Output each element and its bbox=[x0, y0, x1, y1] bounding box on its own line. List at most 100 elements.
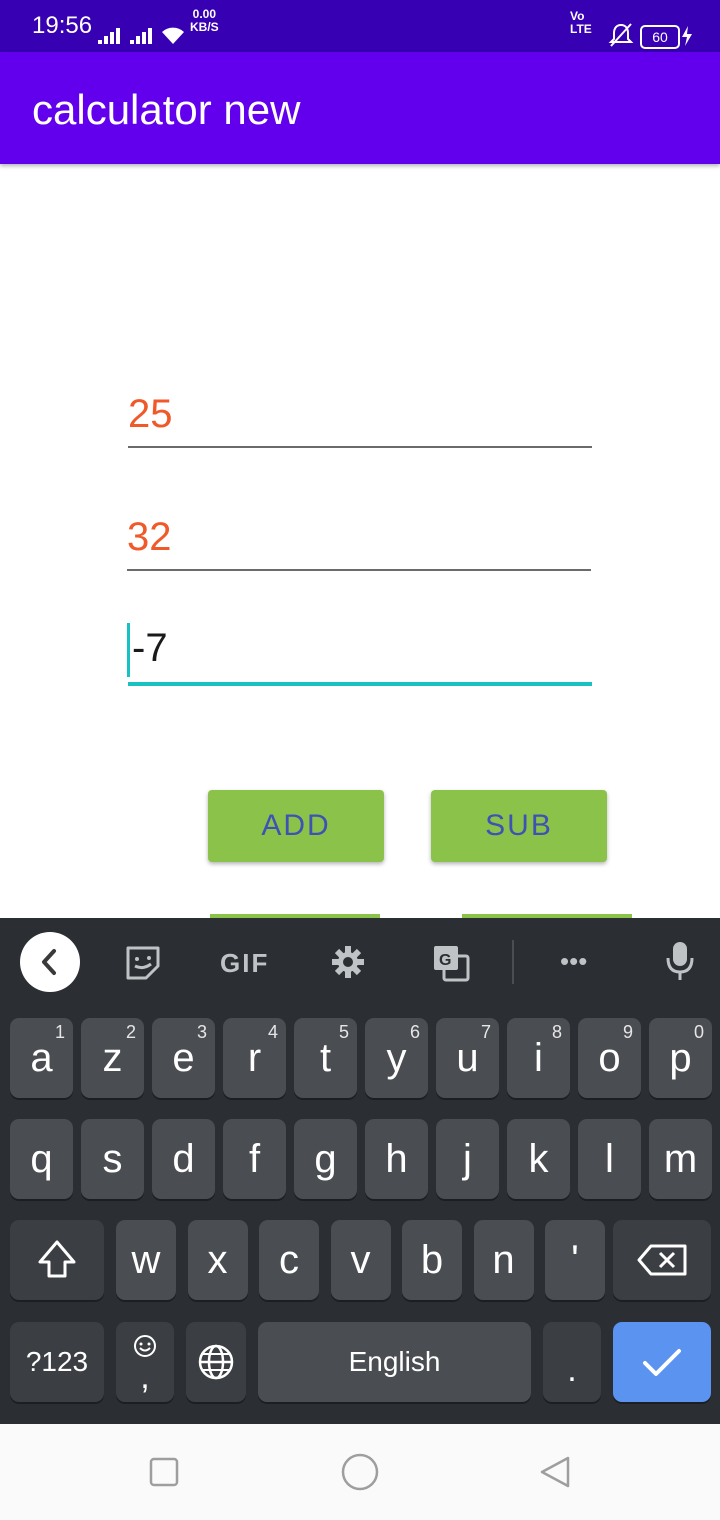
key-letter: l bbox=[605, 1137, 614, 1181]
first-number-field[interactable]: 25 bbox=[128, 392, 592, 448]
key-number-hint: 3 bbox=[196, 1022, 207, 1042]
key-number-hint: 8 bbox=[551, 1022, 562, 1042]
enter-key[interactable] bbox=[613, 1322, 711, 1402]
key-letter: v bbox=[350, 1238, 371, 1282]
space-key[interactable]: English bbox=[258, 1322, 531, 1402]
signal-icon-2 bbox=[130, 28, 152, 44]
sub-button[interactable]: SUB bbox=[431, 790, 607, 862]
letter-key[interactable]: n bbox=[473, 1220, 534, 1300]
volte-indicator: Vo LTE bbox=[570, 10, 592, 36]
key-number-hint: 2 bbox=[125, 1022, 136, 1042]
key-letter: k bbox=[528, 1137, 549, 1181]
microphone-icon[interactable] bbox=[664, 940, 696, 982]
back-icon[interactable] bbox=[538, 1454, 574, 1490]
key-letter: g bbox=[314, 1137, 337, 1181]
letter-key[interactable]: p0 bbox=[649, 1018, 712, 1098]
status-bar: 19:56 0.00 KB/S Vo LTE 60 bbox=[0, 0, 720, 52]
emoji-icon bbox=[134, 1335, 156, 1357]
shift-key[interactable] bbox=[10, 1220, 104, 1300]
gif-button[interactable]: GIF bbox=[220, 948, 269, 979]
result-field[interactable]: -7 bbox=[128, 626, 592, 686]
letter-key[interactable]: g bbox=[294, 1119, 357, 1199]
letter-key[interactable]: i8 bbox=[507, 1018, 570, 1098]
letter-key[interactable]: ' bbox=[545, 1220, 605, 1300]
letter-key[interactable]: x bbox=[187, 1220, 248, 1300]
app-title: calculator new bbox=[32, 86, 301, 133]
key-number-hint: 1 bbox=[54, 1022, 65, 1042]
key-letter: m bbox=[663, 1137, 698, 1181]
symbols-key[interactable]: ?123 bbox=[10, 1322, 104, 1402]
key-number-hint: 0 bbox=[693, 1022, 704, 1042]
second-number-value: 32 bbox=[127, 515, 172, 559]
letter-key[interactable]: u7 bbox=[436, 1018, 499, 1098]
text-cursor bbox=[127, 623, 130, 677]
letter-key[interactable]: o9 bbox=[578, 1018, 641, 1098]
key-letter: j bbox=[463, 1137, 472, 1181]
translate-icon[interactable]: G bbox=[432, 944, 470, 982]
backspace-key[interactable] bbox=[613, 1220, 711, 1300]
result-value: -7 bbox=[132, 626, 168, 670]
letter-key[interactable]: h bbox=[365, 1119, 428, 1199]
settings-gear-icon[interactable] bbox=[330, 944, 366, 980]
more-button[interactable]: ••• bbox=[560, 946, 587, 977]
letter-key[interactable]: r4 bbox=[223, 1018, 286, 1098]
status-time: 19:56 bbox=[32, 12, 93, 39]
app-bar: calculator new bbox=[0, 52, 720, 164]
sticker-icon[interactable] bbox=[124, 944, 162, 980]
key-letter: n bbox=[492, 1238, 515, 1282]
period-key[interactable]: . bbox=[543, 1322, 601, 1402]
letter-key[interactable]: b bbox=[402, 1220, 462, 1300]
network-speed: 0.00 KB/S bbox=[190, 8, 219, 34]
letter-key[interactable]: a1 bbox=[10, 1018, 73, 1098]
key-letter: x bbox=[207, 1238, 228, 1282]
keyboard-collapse-button[interactable] bbox=[20, 932, 80, 992]
key-letter: b bbox=[420, 1238, 444, 1282]
language-key[interactable] bbox=[186, 1322, 246, 1402]
key-number-hint: 5 bbox=[338, 1022, 349, 1042]
letter-key[interactable]: z2 bbox=[81, 1018, 144, 1098]
letter-key[interactable]: v bbox=[330, 1220, 391, 1300]
letter-key[interactable]: e3 bbox=[152, 1018, 215, 1098]
key-letter: h bbox=[385, 1137, 408, 1181]
key-number-hint: 7 bbox=[480, 1022, 491, 1042]
toolbar-divider bbox=[512, 940, 514, 984]
battery-indicator: 60 bbox=[640, 25, 680, 49]
bell-muted-icon bbox=[608, 23, 634, 47]
globe-icon bbox=[198, 1344, 234, 1380]
charging-icon bbox=[682, 26, 692, 46]
add-button[interactable]: ADD bbox=[208, 790, 384, 862]
signal-icon bbox=[98, 28, 120, 44]
network-speed-unit: KB/S bbox=[190, 20, 219, 34]
letter-key[interactable]: l bbox=[578, 1119, 641, 1199]
keyboard: GIF G ••• ?123 , English . a 1 z 2 e 3 r… bbox=[0, 918, 720, 1424]
shift-icon bbox=[38, 1240, 76, 1278]
second-number-field[interactable]: 32 bbox=[127, 515, 591, 571]
letter-key[interactable]: y6 bbox=[365, 1018, 428, 1098]
comma-label: , bbox=[140, 1358, 150, 1396]
letter-key[interactable]: d bbox=[152, 1119, 215, 1199]
letter-key[interactable]: c bbox=[259, 1220, 319, 1300]
letter-key[interactable]: m bbox=[649, 1119, 712, 1199]
letter-key[interactable]: t5 bbox=[294, 1018, 357, 1098]
checkmark-icon bbox=[643, 1349, 681, 1376]
letter-key[interactable]: w bbox=[116, 1220, 176, 1300]
navigation-bar bbox=[0, 1424, 720, 1520]
wifi-icon bbox=[162, 27, 184, 44]
letter-key[interactable]: f bbox=[223, 1119, 286, 1199]
key-number-hint: 4 bbox=[267, 1022, 278, 1042]
letter-key[interactable]: q bbox=[10, 1119, 73, 1199]
comma-emoji-key[interactable]: , bbox=[116, 1322, 174, 1402]
key-letter: d bbox=[172, 1137, 195, 1181]
key-letter: ' bbox=[571, 1238, 579, 1282]
letter-key[interactable]: s bbox=[81, 1119, 144, 1199]
chevron-left-icon bbox=[42, 949, 56, 975]
volte-bottom: LTE bbox=[570, 22, 592, 36]
key-letter: s bbox=[102, 1137, 123, 1181]
key-number-hint: 6 bbox=[409, 1022, 420, 1042]
letter-key[interactable]: j bbox=[436, 1119, 499, 1199]
key-letter: w bbox=[131, 1238, 161, 1282]
recent-apps-icon[interactable] bbox=[148, 1456, 180, 1488]
home-icon[interactable] bbox=[340, 1452, 380, 1492]
key-number-hint: 9 bbox=[622, 1022, 633, 1042]
letter-key[interactable]: k bbox=[507, 1119, 570, 1199]
